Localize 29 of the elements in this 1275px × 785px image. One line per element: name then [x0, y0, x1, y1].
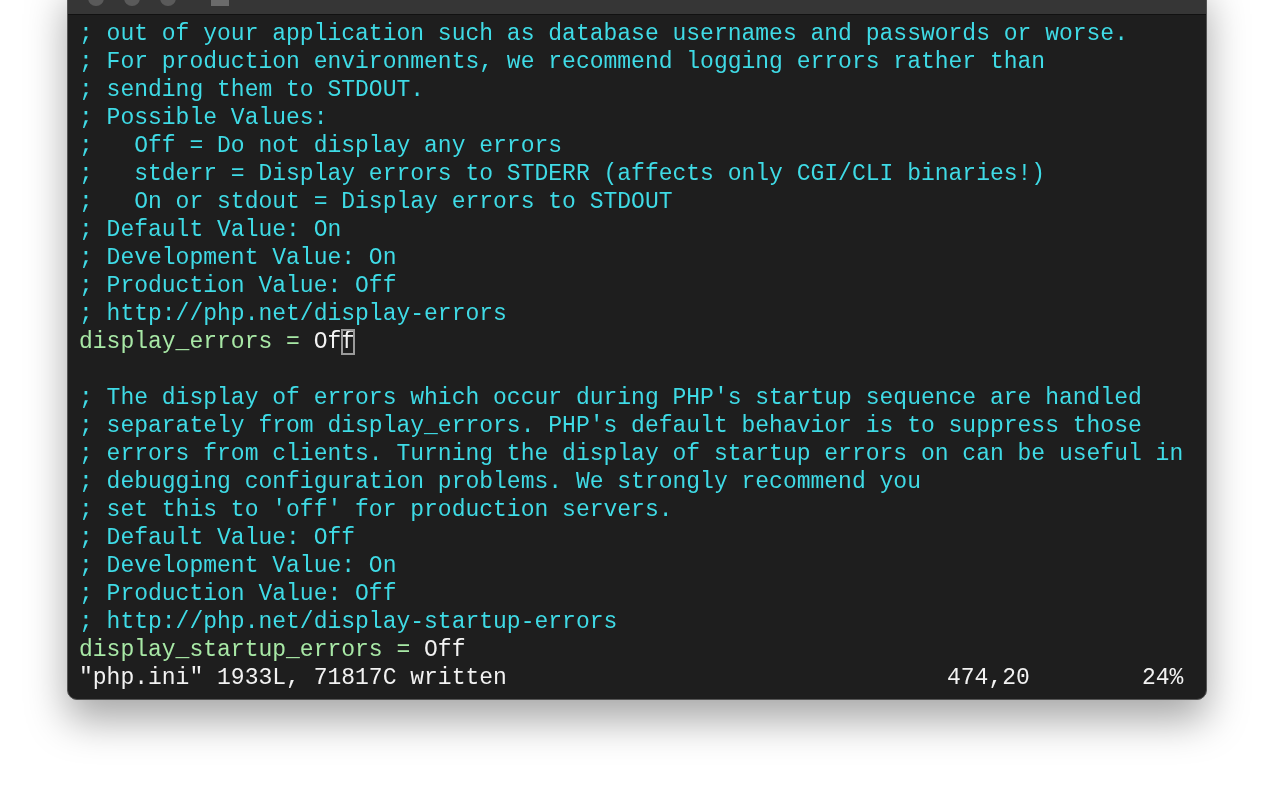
comment-line: ; http://php.net/display-startup-errors [79, 608, 618, 636]
setting-key: display_startup_errors [79, 636, 383, 664]
equals-sign: = [396, 636, 411, 664]
comment-line: ; set this to 'off' for production servers. [79, 496, 673, 524]
setting-value: Off [424, 636, 466, 664]
comment-line: ; Default Value: Off [79, 524, 356, 552]
comment-line: ; Production Value: Off [79, 272, 397, 300]
comment-line: ; out of your application such as database usernames and passwords or worse. [79, 20, 1128, 48]
setting-key: display_errors [79, 328, 273, 356]
comment-line: ; Development Value: On [79, 552, 397, 580]
comment-line: ; stderr = Display errors to STDERR (affects only CGI/CLI binaries!) [79, 160, 1046, 188]
comment-line: ; debugging configuration problems. We strongly recommend you [79, 468, 921, 496]
comment-line: ; Possible Values: [79, 104, 328, 132]
cursor-position: 474,20 [947, 664, 1031, 692]
comment-line: ; Off = Do not display any errors [79, 132, 563, 160]
comment-line: ; Default Value: On [79, 216, 342, 244]
comment-line: ; The display of errors which occur during PHP's startup sequence are handled [79, 384, 1142, 412]
comment-line: ; separately from display_errors. PHP's default behavior is to suppress those [79, 412, 1142, 440]
comment-line: ; For production environments, we recommend logging errors rather than [79, 48, 1046, 76]
equals-sign: = [286, 328, 300, 356]
scroll-percent: 24% [1142, 664, 1184, 692]
comment-line: ; On or stdout = Display errors to STDOUT [79, 188, 673, 216]
comment-line: ; sending them to STDOUT. [79, 76, 425, 104]
comment-line: ; Development Value: On [79, 244, 397, 272]
comment-line: ; errors from clients. Turning the display of startup errors on can be useful in [79, 440, 1184, 468]
status-message: "php.ini" 1933L, 71817C written [79, 664, 508, 692]
comment-line: ; http://php.net/display-errors [79, 300, 507, 328]
comment-line: ; Production Value: Off [79, 580, 397, 608]
setting-value: Of [313, 328, 342, 356]
